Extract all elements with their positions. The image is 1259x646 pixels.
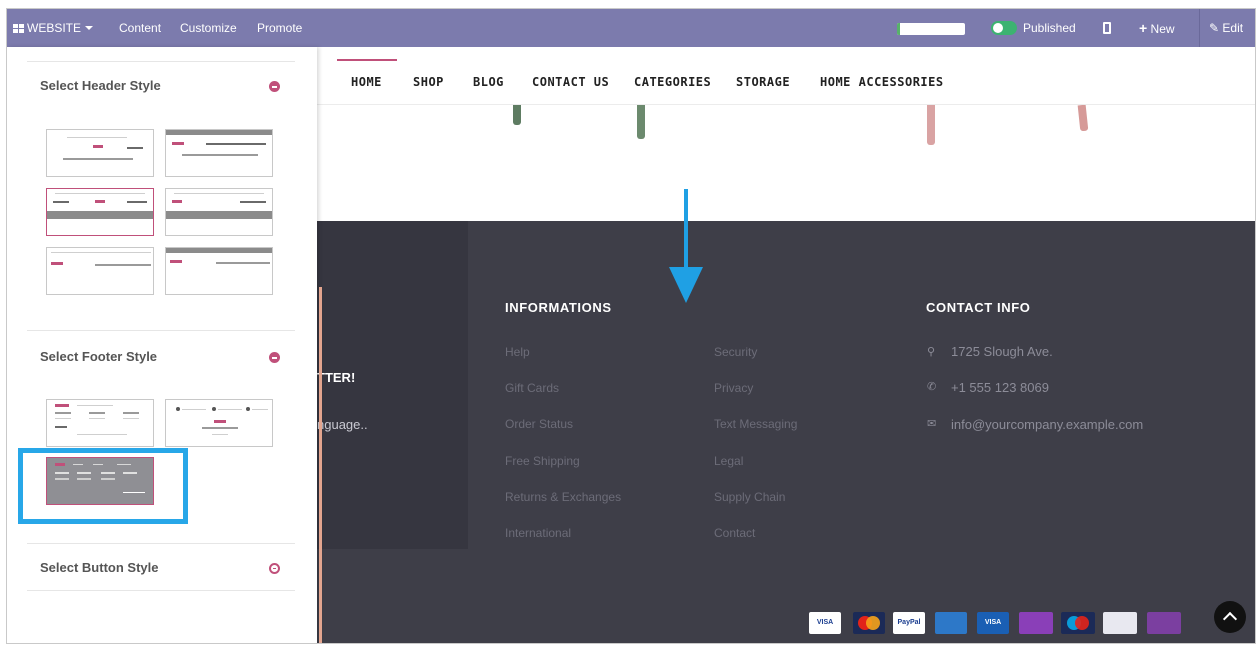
contact-email[interactable]: info@yourcompany.example.com (951, 417, 1143, 432)
footer-link-international[interactable]: International (505, 526, 571, 540)
product-image-fragment (1077, 104, 1089, 132)
toggle-switch-icon (991, 21, 1017, 35)
apps-grid-icon (13, 24, 24, 33)
admin-top-bar: WEBSITE Content Customize Promote Publis… (7, 9, 1255, 47)
language-selector[interactable]: nguage.. (317, 417, 368, 432)
pencil-icon: ✎ (1209, 21, 1220, 35)
active-nav-indicator (337, 59, 397, 61)
laser-payment-icon (1019, 612, 1053, 634)
footer-link-returns[interactable]: Returns & Exchanges (505, 490, 621, 504)
button-style-title: Select Button Style (40, 560, 159, 575)
nav-item-storage[interactable]: STORAGE (736, 75, 790, 89)
newsletter-block (317, 221, 468, 549)
caret-down-icon (85, 26, 94, 30)
header-style-option-1[interactable] (46, 129, 154, 177)
contact-phone[interactable]: +1 555 123 8069 (951, 380, 1049, 395)
footer-link-text-messaging[interactable]: Text Messaging (714, 417, 797, 431)
amex-payment-icon (935, 612, 967, 634)
delta-payment-icon (1103, 612, 1137, 634)
contact-info-heading: CONTACT INFO (926, 300, 1031, 315)
maestro-payment-icon (1061, 612, 1095, 634)
section-divider (27, 330, 295, 331)
browser-frame: WEBSITE Content Customize Promote Publis… (6, 8, 1256, 644)
header-style-option-2[interactable] (165, 129, 273, 177)
footer-link-gift-cards[interactable]: Gift Cards (505, 381, 559, 395)
footer-link-order-status[interactable]: Order Status (505, 417, 573, 431)
annotation-arrow-shaft (684, 189, 688, 269)
header-style-title: Select Header Style (40, 78, 161, 93)
collapse-footer-style-icon[interactable] (269, 352, 280, 363)
edit-label: Edit (1222, 21, 1244, 35)
footer-link-free-shipping[interactable]: Free Shipping (505, 454, 580, 468)
visa-electron-payment-icon: VISA (977, 612, 1009, 634)
website-menu[interactable]: WEBSITE (13, 9, 94, 47)
content-menu[interactable]: Content (119, 9, 161, 47)
website-menu-label: WEBSITE (27, 21, 82, 35)
section-divider (27, 61, 295, 62)
selection-highlight-box (18, 448, 188, 524)
sidebar-scroll-accent[interactable] (319, 287, 322, 643)
section-divider (27, 590, 295, 591)
scroll-to-top-button[interactable] (1214, 601, 1246, 633)
footer-link-supply-chain[interactable]: Supply Chain (714, 490, 785, 504)
new-button[interactable]: + New (1139, 9, 1175, 47)
envelope-icon: ✉ (927, 418, 937, 430)
footer-style-option-2[interactable] (165, 399, 273, 447)
mastercard-payment-icon (853, 612, 885, 634)
footer-link-legal[interactable]: Legal (714, 454, 743, 468)
footer-style-option-1[interactable] (46, 399, 154, 447)
new-label: New (1150, 22, 1175, 36)
edit-button[interactable]: ✎ Edit (1209, 9, 1243, 47)
header-style-option-6[interactable] (165, 247, 273, 295)
footer-link-privacy[interactable]: Privacy (714, 381, 753, 395)
site-navbar: HOME SHOP BLOG CONTACT US CATEGORIES STO… (317, 47, 1255, 105)
nav-item-blog[interactable]: BLOG (473, 75, 504, 89)
published-toggle[interactable]: Published (991, 9, 1076, 47)
footer-link-security[interactable]: Security (714, 345, 757, 359)
plus-icon: + (1139, 20, 1148, 36)
nav-item-contact-us[interactable]: CONTACT US (532, 75, 609, 89)
phone-icon: ✆ (927, 381, 937, 393)
nav-item-home-accessories[interactable]: HOME ACCESSORIES (820, 75, 944, 89)
published-label: Published (1023, 21, 1076, 35)
header-style-option-4[interactable] (165, 188, 273, 236)
section-divider (27, 543, 295, 544)
solo-payment-icon (1147, 612, 1181, 634)
nav-item-home[interactable]: HOME (351, 75, 382, 89)
paypal-payment-icon: PayPal (893, 612, 925, 634)
visa-payment-icon: VISA (809, 612, 841, 634)
header-style-option-5[interactable] (46, 247, 154, 295)
customize-sidebar: Select Header Style Select Footer Style … (7, 47, 322, 643)
mobile-icon (1103, 22, 1111, 34)
toolbar-divider (1199, 9, 1200, 47)
annotation-arrow-head (669, 267, 703, 303)
expand-button-style-icon[interactable] (269, 563, 280, 574)
map-marker-icon: ⚲ (927, 346, 936, 358)
mobile-preview-button[interactable] (1103, 9, 1111, 47)
progress-fill (897, 23, 901, 35)
footer-link-help[interactable]: Help (505, 345, 530, 359)
informations-heading: INFORMATIONS (505, 300, 612, 315)
contact-address: 1725 Slough Ave. (951, 344, 1053, 359)
collapse-header-style-icon[interactable] (269, 81, 280, 92)
nav-item-shop[interactable]: SHOP (413, 75, 444, 89)
promote-menu[interactable]: Promote (257, 9, 302, 47)
progress-bar (897, 23, 965, 35)
product-image-fragment (513, 105, 521, 125)
newsletter-heading: TTER! (317, 370, 356, 385)
product-image-fragment (637, 105, 645, 139)
footer-link-contact[interactable]: Contact (714, 526, 755, 540)
product-image-fragment (927, 105, 935, 145)
nav-item-categories[interactable]: CATEGORIES (634, 75, 711, 89)
footer-style-title: Select Footer Style (40, 349, 158, 364)
header-style-option-3[interactable] (46, 188, 154, 236)
customize-menu[interactable]: Customize (180, 9, 237, 47)
